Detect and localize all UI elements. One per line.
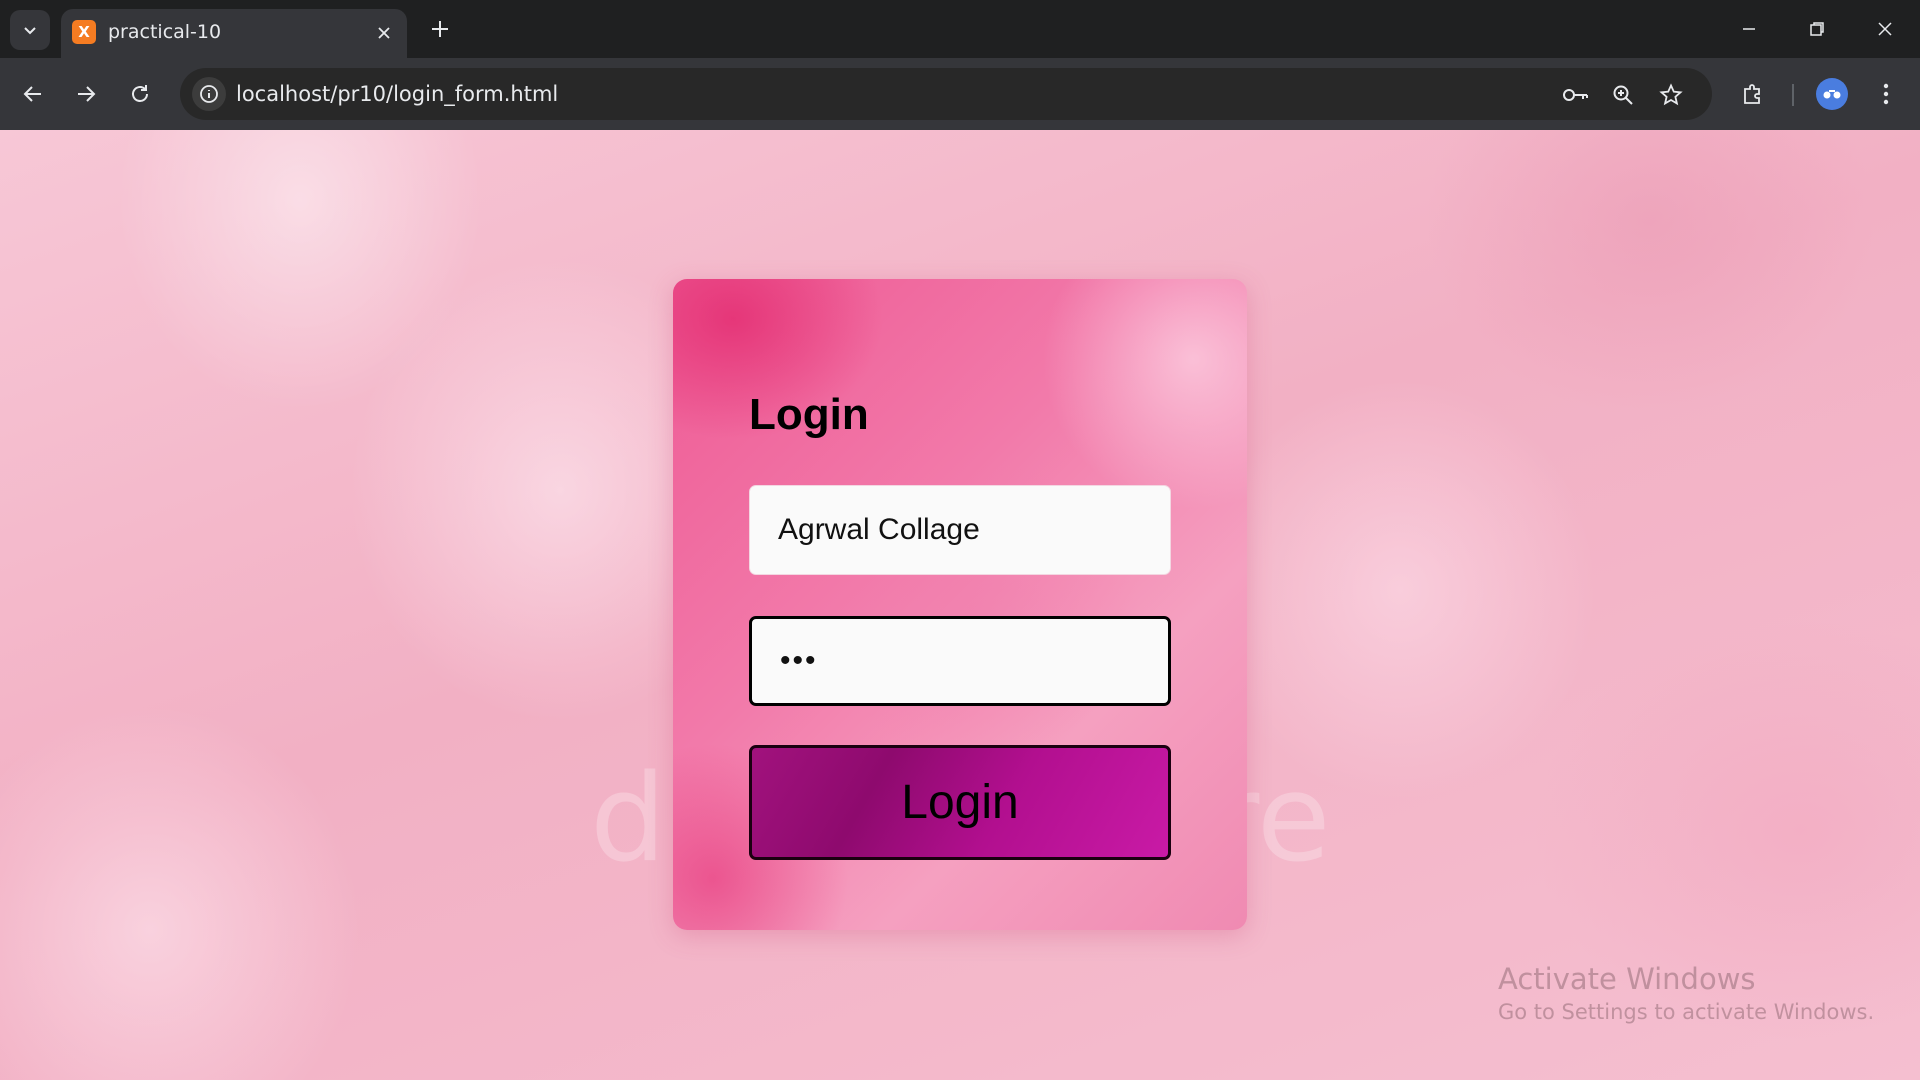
puzzle-icon: [1744, 84, 1760, 104]
zoom-button[interactable]: [1608, 80, 1638, 110]
site-info-button[interactable]: [192, 77, 226, 111]
url-text[interactable]: localhost/pr10/login_form.html: [236, 82, 558, 106]
bookmark-button[interactable]: [1656, 80, 1686, 110]
more-vertical-icon: [1883, 83, 1889, 105]
activate-windows-notice: Activate Windows Go to Settings to activ…: [1498, 962, 1874, 1024]
toolbar-divider: [1792, 84, 1794, 106]
close-window-button[interactable]: [1860, 8, 1910, 50]
star-icon: [1659, 83, 1683, 106]
activate-title: Activate Windows: [1498, 962, 1756, 996]
username-input[interactable]: Agrwal Collage: [749, 485, 1171, 575]
menu-button[interactable]: [1868, 76, 1904, 112]
watermark-glyph-left: d: [590, 750, 667, 889]
password-key-button[interactable]: [1560, 80, 1590, 110]
browser-tab-bar: ⵝ practical-10: [0, 0, 1920, 58]
chevron-down-icon: [24, 27, 36, 35]
browser-tab[interactable]: ⵝ practical-10: [61, 9, 407, 58]
restore-icon: [1810, 22, 1824, 36]
minimize-button[interactable]: [1724, 8, 1774, 50]
tab-search-button[interactable]: [10, 10, 50, 50]
minimize-icon: [1743, 28, 1755, 30]
password-input[interactable]: •••: [749, 616, 1171, 706]
info-icon: [200, 85, 218, 103]
plus-icon: [432, 21, 448, 37]
tab-close-button[interactable]: [373, 22, 395, 44]
close-icon: [378, 27, 390, 39]
reload-button[interactable]: [122, 76, 158, 112]
restore-button[interactable]: [1792, 8, 1842, 50]
forward-button[interactable]: [68, 76, 104, 112]
login-heading: Login: [749, 390, 869, 439]
address-bar[interactable]: localhost/pr10/login_form.html: [180, 68, 1712, 120]
arrow-left-icon: [23, 86, 41, 102]
key-icon: [1563, 89, 1588, 101]
login-button[interactable]: Login: [749, 745, 1171, 860]
arrow-right-icon: [78, 86, 96, 102]
back-button[interactable]: [15, 76, 51, 112]
new-tab-button[interactable]: [424, 13, 456, 45]
browser-toolbar: localhost/pr10/login_form.html: [0, 58, 1920, 130]
zoom-in-icon: [1613, 85, 1633, 105]
profile-avatar[interactable]: [1816, 78, 1848, 110]
tab-title: practical-10: [108, 21, 222, 43]
reload-icon: [132, 85, 148, 102]
extensions-button[interactable]: [1735, 76, 1771, 112]
close-icon: [1878, 22, 1892, 36]
page-background: d re Login Agrwal Collage ••• Login Acti…: [0, 130, 1920, 1080]
login-card: Login Agrwal Collage ••• Login: [673, 279, 1247, 930]
profile-icon: [1823, 90, 1841, 99]
xampp-icon: ⵝ: [72, 20, 96, 44]
activate-subtitle: Go to Settings to activate Windows.: [1498, 1000, 1875, 1024]
